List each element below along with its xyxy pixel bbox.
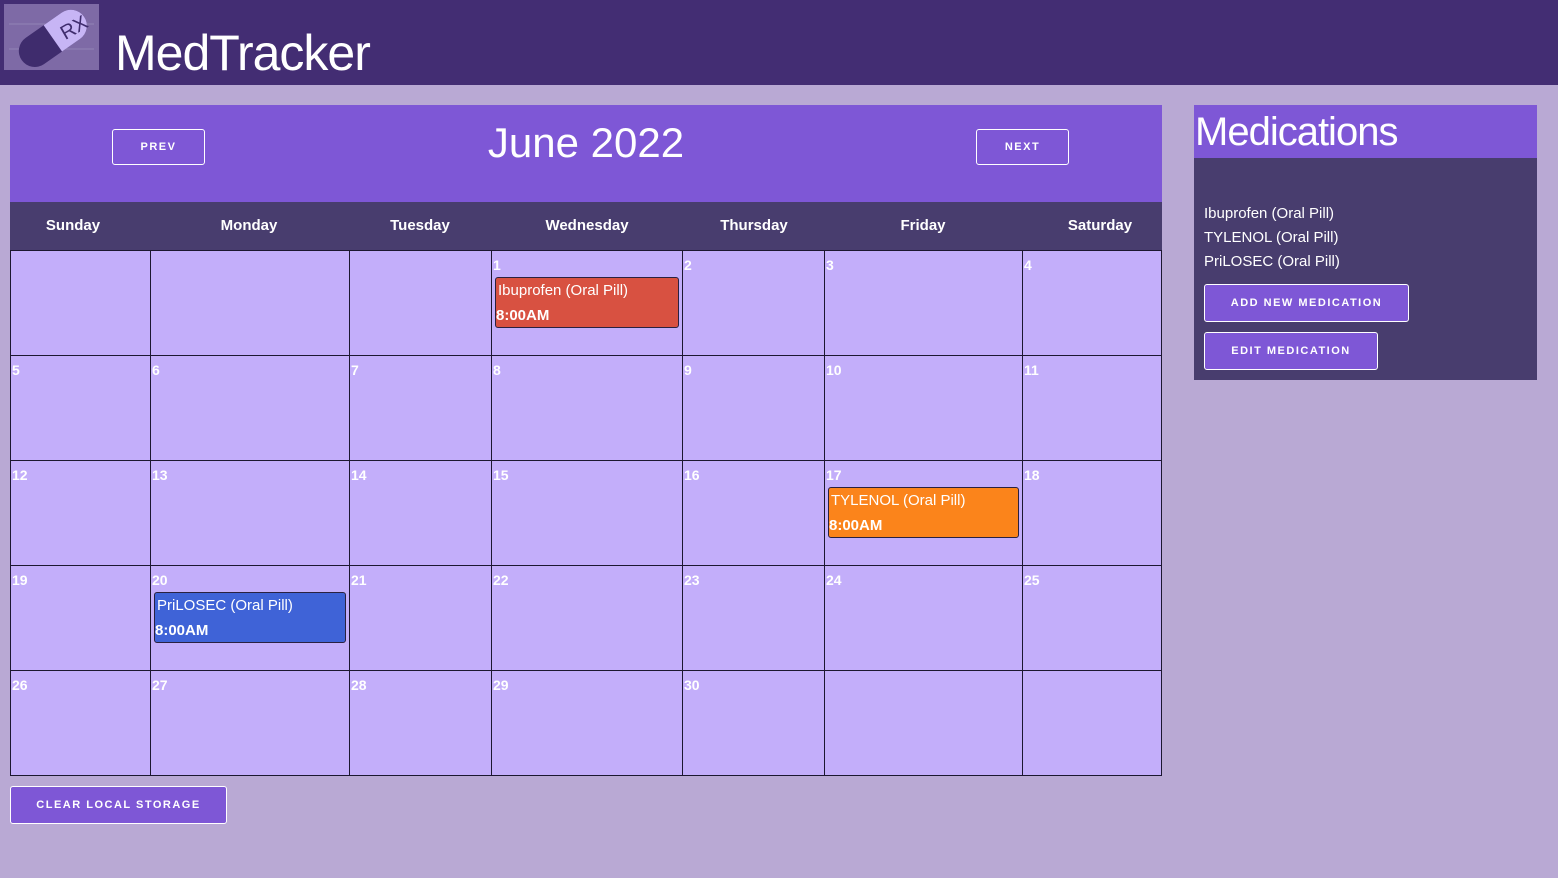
clear-local-storage-button[interactable]: CLEAR LOCAL STORAGE (10, 786, 227, 824)
day-cell[interactable] (825, 671, 1023, 776)
day-cell[interactable]: 8 (492, 356, 683, 461)
day-cell[interactable]: 4 (1023, 251, 1162, 356)
day-number: 4 (1024, 257, 1032, 273)
day-number: 6 (152, 362, 160, 378)
medications-title: Medications (1195, 110, 1398, 154)
day-cell[interactable]: 12 (11, 461, 151, 566)
day-cell[interactable]: 9 (683, 356, 825, 461)
day-number: 27 (152, 677, 168, 693)
day-number: 25 (1024, 572, 1040, 588)
day-number: 21 (351, 572, 367, 588)
day-number: 10 (826, 362, 842, 378)
day-number: 8 (493, 362, 501, 378)
day-number: 9 (684, 362, 692, 378)
day-number: 5 (12, 362, 20, 378)
day-cell[interactable]: 15 (492, 461, 683, 566)
event-time: 8:00AM (496, 307, 550, 324)
weekday-header: Monday (220, 217, 278, 234)
day-number: 16 (684, 467, 700, 483)
day-cell[interactable]: 6 (151, 356, 350, 461)
calendar-header: PREV June 2022 NEXT (10, 105, 1162, 202)
day-number: 7 (351, 362, 359, 378)
calendar-grid: 1 Ibuprofen (Oral Pill) 8:00AM 2 3 4 5 6 7 8 9 10 11… (10, 250, 1162, 776)
medication-list-item: PriLOSEC (Oral Pill) (1204, 253, 1340, 270)
day-cell[interactable]: 11 (1023, 356, 1162, 461)
day-number: 13 (152, 467, 168, 483)
top-bar: RX MedTracker (0, 0, 1558, 85)
day-cell[interactable]: 27 (151, 671, 350, 776)
day-cell[interactable]: 1 Ibuprofen (Oral Pill) 8:00AM (492, 251, 683, 356)
medication-event[interactable]: TYLENOL (Oral Pill) 8:00AM (828, 487, 1019, 538)
day-cell[interactable]: 13 (151, 461, 350, 566)
day-number: 28 (351, 677, 367, 693)
medication-list-item: Ibuprofen (Oral Pill) (1204, 205, 1335, 222)
event-medication-name: PriLOSEC (Oral Pill) (157, 597, 293, 614)
day-cell[interactable]: 17 TYLENOL (Oral Pill) 8:00AM (825, 461, 1023, 566)
day-cell[interactable]: 21 (350, 566, 492, 671)
day-cell[interactable]: 26 (11, 671, 151, 776)
day-cell[interactable]: 20 PriLOSEC (Oral Pill) 8:00AM (151, 566, 350, 671)
weekday-header: Thursday (720, 217, 788, 234)
day-number: 23 (684, 572, 700, 588)
day-cell[interactable]: 5 (11, 356, 151, 461)
pill-logo-icon: RX (4, 4, 99, 70)
day-number: 22 (493, 572, 509, 588)
day-cell[interactable]: 16 (683, 461, 825, 566)
day-number: 12 (12, 467, 28, 483)
weekday-header: Friday (900, 217, 946, 234)
event-time: 8:00AM (155, 622, 209, 639)
medication-list-item: TYLENOL (Oral Pill) (1204, 229, 1339, 246)
day-cell[interactable]: 22 (492, 566, 683, 671)
medication-event[interactable]: PriLOSEC (Oral Pill) 8:00AM (154, 592, 346, 643)
day-cell[interactable]: 28 (350, 671, 492, 776)
day-cell[interactable]: 30 (683, 671, 825, 776)
weekday-header: Wednesday (545, 217, 629, 234)
day-number: 29 (493, 677, 509, 693)
app-title: MedTracker (115, 25, 371, 81)
day-number: 18 (1024, 467, 1040, 483)
day-cell[interactable]: 19 (11, 566, 151, 671)
day-cell[interactable]: 2 (683, 251, 825, 356)
day-cell[interactable] (1023, 671, 1162, 776)
day-cell[interactable]: 3 (825, 251, 1023, 356)
medications-header: Medications (1194, 105, 1537, 158)
weekday-header-row: Sunday Monday Tuesday Wednesday Thursday Frid… (10, 202, 1162, 250)
day-number: 1 (493, 257, 501, 273)
day-cell[interactable]: 10 (825, 356, 1023, 461)
weekday-header: Sunday (45, 217, 101, 234)
day-number: 19 (12, 572, 28, 588)
event-medication-name: Ibuprofen (Oral Pill) (498, 282, 629, 299)
day-number: 11 (1024, 362, 1039, 378)
day-number: 26 (12, 677, 28, 693)
medications-panel: Ibuprofen (Oral Pill) TYLENOL (Oral Pill… (1194, 158, 1537, 380)
medication-event[interactable]: Ibuprofen (Oral Pill) 8:00AM (495, 277, 679, 328)
day-cell[interactable]: 29 (492, 671, 683, 776)
day-cell[interactable] (151, 251, 350, 356)
day-cell[interactable]: 14 (350, 461, 492, 566)
next-month-button[interactable]: NEXT (976, 129, 1069, 165)
day-number: 24 (826, 572, 842, 588)
day-number: 14 (351, 467, 367, 483)
day-number: 2 (684, 257, 692, 273)
day-cell[interactable]: 24 (825, 566, 1023, 671)
event-time: 8:00AM (829, 517, 883, 534)
day-cell[interactable] (350, 251, 492, 356)
day-number: 17 (826, 467, 842, 483)
day-number: 20 (152, 572, 168, 588)
day-cell[interactable]: 7 (350, 356, 492, 461)
weekday-header: Saturday (1067, 217, 1133, 234)
event-medication-name: TYLENOL (Oral Pill) (831, 492, 966, 509)
weekday-header: Tuesday (390, 217, 450, 234)
day-cell[interactable] (11, 251, 151, 356)
add-new-medication-button[interactable]: ADD NEW MEDICATION (1204, 284, 1409, 322)
day-cell[interactable]: 25 (1023, 566, 1162, 671)
day-number: 15 (493, 467, 509, 483)
day-cell[interactable]: 18 (1023, 461, 1162, 566)
day-cell[interactable]: 23 (683, 566, 825, 671)
edit-medication-button[interactable]: EDIT MEDICATION (1204, 332, 1378, 370)
day-number: 3 (826, 257, 834, 273)
day-number: 30 (684, 677, 700, 693)
